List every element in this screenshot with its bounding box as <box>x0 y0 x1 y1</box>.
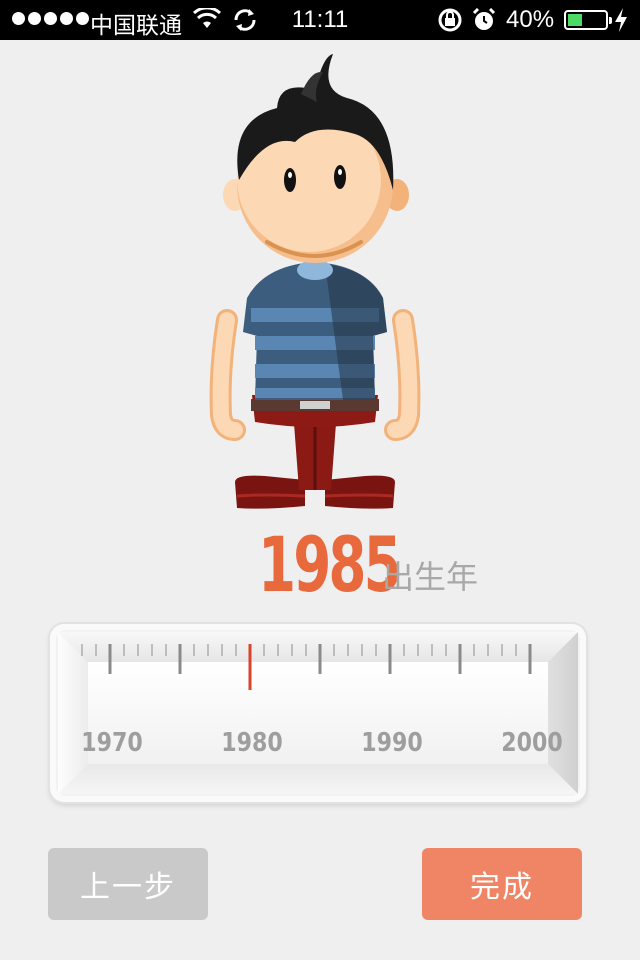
ruler-year-label: 2000 <box>501 728 563 758</box>
battery-percent: 40% <box>506 6 555 33</box>
battery-icon <box>564 10 612 30</box>
birth-year-display: 1985 出生年 <box>0 512 640 609</box>
charging-bolt-icon <box>615 8 627 32</box>
alarm-icon <box>472 8 496 30</box>
avatar-character-illustration <box>209 54 421 509</box>
previous-step-button[interactable]: 上一步 <box>48 848 208 920</box>
ruler-year-label: 1990 <box>361 728 423 758</box>
ruler-scale[interactable] <box>50 624 586 802</box>
ruler-year-label: 1980 <box>221 728 283 758</box>
done-button[interactable]: 完成 <box>422 848 582 920</box>
rotation-lock-icon <box>438 8 462 32</box>
birth-year-suffix: 出生年 <box>382 558 479 596</box>
birth-year-value: 1985 <box>258 520 402 609</box>
status-bar: 中国联通 11:11 40% <box>0 0 640 40</box>
year-ruler-slider[interactable]: 1970 1980 1990 2000 <box>50 624 586 802</box>
ruler-year-label: 1970 <box>81 728 143 758</box>
